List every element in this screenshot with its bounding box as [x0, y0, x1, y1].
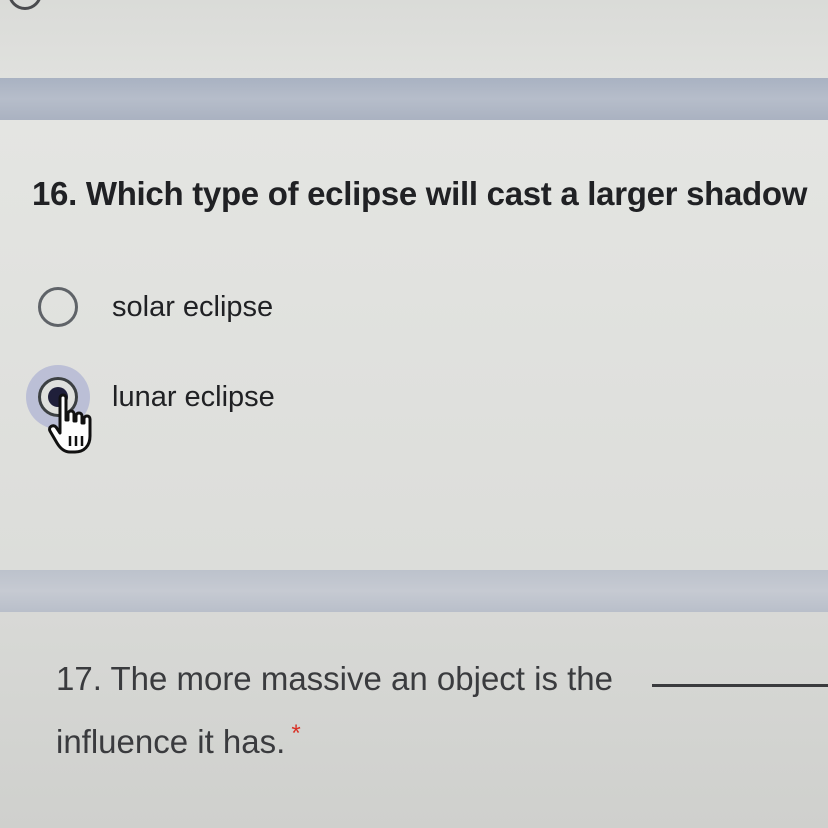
previous-question-card: [0, 0, 828, 78]
question-17-card: 17. The more massive an object is the in…: [0, 612, 828, 828]
section-divider: [0, 78, 828, 120]
question-17-text-line1: 17. The more massive an object is the: [56, 660, 614, 697]
option-label: solar eclipse: [112, 290, 274, 323]
question-17-text-line2-content: influence it has.: [56, 723, 286, 760]
required-marker: *: [291, 720, 301, 747]
question-16-title: 16. Which type of eclipse will cast a la…: [32, 175, 808, 212]
hand-pointer-icon: [48, 393, 92, 454]
question-17-text-line2: influence it has. *: [56, 720, 301, 761]
previous-question-radio[interactable]: [8, 0, 42, 10]
section-divider: [0, 570, 828, 612]
radio-button-unselected[interactable]: [38, 287, 78, 327]
fill-in-blank-line: [652, 684, 828, 687]
question-16-card: 16. Which type of eclipse will cast a la…: [0, 120, 828, 570]
form-page: 16. Which type of eclipse will cast a la…: [0, 0, 828, 828]
option-label: lunar eclipse: [112, 380, 275, 413]
option-solar-eclipse[interactable]: solar eclipse: [38, 286, 273, 328]
